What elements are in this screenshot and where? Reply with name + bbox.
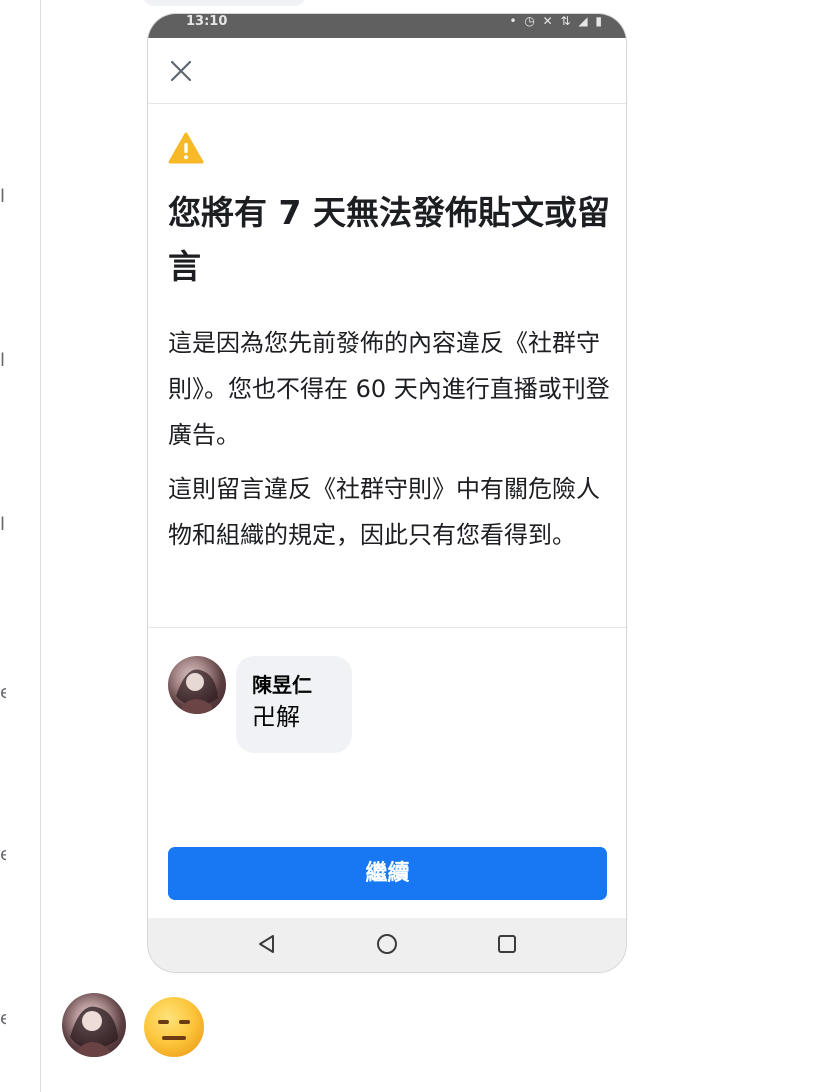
comment-text: 卍解 [252, 703, 300, 731]
status-time: 13:10 [186, 14, 228, 29]
clipped-text-fragment: e [0, 846, 6, 864]
android-nav-bar [148, 918, 626, 972]
comment-bubble: 陳昱仁 卍解 [236, 656, 352, 753]
header-divider [148, 103, 626, 104]
close-icon [170, 60, 192, 82]
content-divider [148, 627, 626, 628]
clipped-text-fragment: l [0, 352, 6, 370]
clipped-top-bubble [142, 0, 307, 6]
clipped-text-fragment: e [0, 684, 6, 702]
recents-square-icon[interactable] [492, 929, 522, 959]
close-button[interactable] [164, 54, 198, 88]
status-icons: • ◷ ✕ ⇅ ◢ ▮ [509, 14, 604, 28]
back-triangle-icon[interactable] [252, 929, 282, 959]
status-bar: 13:10 • ◷ ✕ ⇅ ◢ ▮ [148, 14, 626, 38]
violation-explanation: 這則留言違反《社群守則》中有關危險人物和組織的規定，因此只有您看得到。 [168, 475, 600, 549]
restriction-explanation: 這是因為您先前發佈的內容違反《社群守則》。您也不得在 60 天內進行直播或刊登廣… [168, 329, 610, 449]
left-column-divider [40, 0, 41, 1092]
expressionless-face-emoji [144, 997, 204, 1057]
avatar[interactable] [62, 993, 126, 1057]
clipped-text-fragment: e [0, 1010, 6, 1028]
warning-triangle-icon [168, 132, 204, 164]
page-title: 您將有 7 天無法發佈貼文或留言 [168, 193, 610, 286]
comment-author[interactable]: 陳昱仁 [252, 670, 338, 700]
phone-screenshot: 13:10 • ◷ ✕ ⇅ ◢ ▮ 您將有 7 天無法發佈貼文或留言 這是因為您… [148, 14, 626, 972]
home-circle-icon[interactable] [372, 929, 402, 959]
clipped-text-fragment: l [0, 188, 6, 206]
avatar [168, 656, 226, 714]
continue-button[interactable]: 繼續 [168, 847, 607, 900]
clipped-text-fragment: l [0, 516, 6, 534]
